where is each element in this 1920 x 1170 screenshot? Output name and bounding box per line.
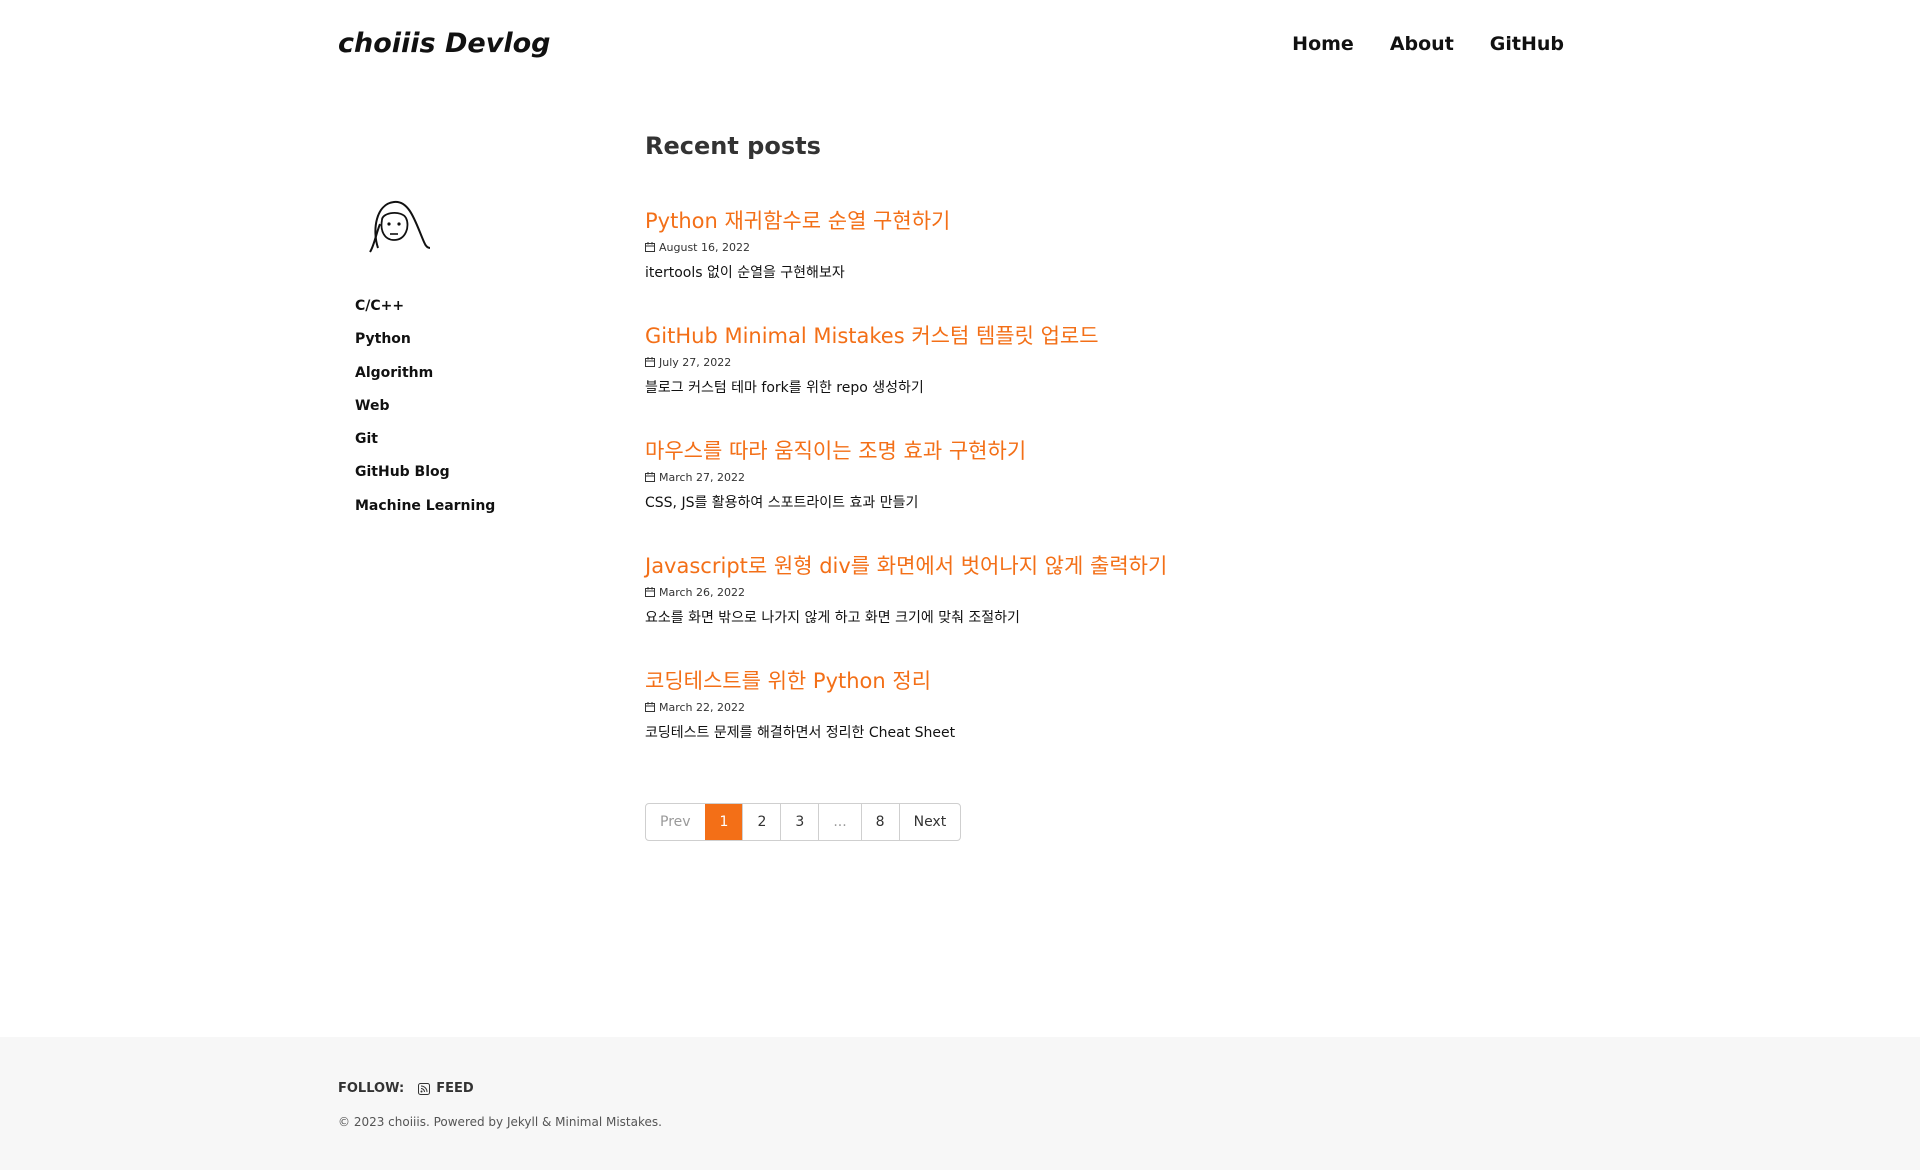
post-item: Python 재귀함수로 순열 구현하기 August 16, 2022 ite… bbox=[645, 206, 1345, 321]
post-excerpt: 요소를 화면 밖으로 나가지 않게 하고 화면 크기에 맞춰 조절하기 bbox=[645, 610, 1020, 626]
feed-label: FEED bbox=[436, 1081, 474, 1096]
rss-icon bbox=[418, 1082, 431, 1095]
post-date: March 26, 2022 bbox=[659, 585, 746, 599]
nav-github[interactable]: GitHub bbox=[1490, 33, 1564, 55]
pagination-page-8[interactable]: 8 bbox=[860, 804, 899, 840]
copyright: © 2023 choiiis. Powered by Jekyll & Mini… bbox=[338, 1115, 662, 1129]
pagination-page-3[interactable]: 3 bbox=[780, 804, 818, 840]
category-python[interactable]: Python bbox=[355, 331, 411, 347]
post-title[interactable]: 코딩테스트를 위한 Python 정리 bbox=[645, 666, 1345, 696]
main-content: Recent posts Python 재귀함수로 순열 구현하기 August… bbox=[645, 132, 1345, 741]
top-nav: Home About GitHub bbox=[1292, 33, 1564, 55]
pagination-prev[interactable]: Prev bbox=[646, 804, 705, 840]
category-git[interactable]: Git bbox=[355, 431, 378, 447]
pagination-page-2[interactable]: 2 bbox=[742, 804, 780, 840]
category-item: Machine Learning bbox=[355, 495, 495, 528]
category-c-cpp[interactable]: C/C++ bbox=[355, 298, 404, 314]
follow-label: FOLLOW: bbox=[338, 1081, 405, 1096]
category-item: Web bbox=[355, 395, 495, 428]
post-excerpt: 코딩테스트 문제를 해결하면서 정리한 Cheat Sheet bbox=[645, 725, 956, 741]
category-github-blog[interactable]: GitHub Blog bbox=[355, 464, 450, 480]
post-date: March 27, 2022 bbox=[659, 470, 746, 484]
category-machine-learning[interactable]: Machine Learning bbox=[355, 498, 495, 514]
post-meta: July 27, 2022 bbox=[645, 355, 1345, 369]
post-list: Python 재귀함수로 순열 구현하기 August 16, 2022 ite… bbox=[645, 206, 1345, 781]
post-title[interactable]: 마우스를 따라 움직이는 조명 효과 구현하기 bbox=[645, 436, 1345, 466]
post-meta: March 27, 2022 bbox=[645, 470, 1345, 484]
nav-about[interactable]: About bbox=[1390, 33, 1454, 55]
calendar-icon bbox=[645, 472, 655, 482]
calendar-icon bbox=[645, 357, 655, 367]
avatar bbox=[358, 190, 438, 270]
post-item: Javascript로 원형 div를 화면에서 벗어나지 않게 출력하기 Ma… bbox=[645, 551, 1345, 666]
calendar-icon bbox=[645, 242, 655, 252]
follow-row: FOLLOW: FEED bbox=[338, 1081, 474, 1096]
post-title[interactable]: GitHub Minimal Mistakes 커스텀 템플릿 업로드 bbox=[645, 321, 1345, 351]
masthead: choiiis Devlog Home About GitHub bbox=[0, 0, 1920, 90]
page-title: Recent posts bbox=[645, 132, 821, 160]
category-list: C/C++ Python Algorithm Web Git GitHub Bl… bbox=[355, 295, 495, 528]
post-title[interactable]: Javascript로 원형 div를 화면에서 벗어나지 않게 출력하기 bbox=[645, 551, 1345, 581]
feed-link[interactable]: FEED bbox=[418, 1081, 474, 1096]
post-excerpt: CSS, JS를 활용하여 스포트라이트 효과 만들기 bbox=[645, 495, 919, 511]
category-web[interactable]: Web bbox=[355, 398, 389, 414]
category-item: Git bbox=[355, 428, 495, 461]
post-item: GitHub Minimal Mistakes 커스텀 템플릿 업로드 July… bbox=[645, 321, 1345, 436]
footer: FOLLOW: FEED © 2023 choiiis. Powered by … bbox=[0, 1037, 1920, 1170]
post-meta: March 22, 2022 bbox=[645, 700, 1345, 714]
calendar-icon bbox=[645, 702, 655, 712]
post-meta: March 26, 2022 bbox=[645, 585, 1345, 599]
post-excerpt: 블로그 커스텀 테마 fork를 위한 repo 생성하기 bbox=[645, 380, 924, 396]
face-doodle-icon bbox=[369, 200, 431, 253]
category-item: C/C++ bbox=[355, 295, 495, 328]
pagination-ellipsis: ... bbox=[818, 804, 860, 840]
pagination: Prev 1 2 3 ... 8 Next bbox=[645, 803, 962, 841]
calendar-icon bbox=[645, 587, 655, 597]
post-date: March 22, 2022 bbox=[659, 700, 746, 714]
category-item: Algorithm bbox=[355, 362, 495, 395]
post-date: August 16, 2022 bbox=[659, 240, 750, 254]
pagination-page-1[interactable]: 1 bbox=[704, 804, 743, 840]
pagination-next[interactable]: Next bbox=[898, 804, 961, 840]
nav-home[interactable]: Home bbox=[1292, 33, 1354, 55]
post-excerpt: itertools 없이 순열을 구현해보자 bbox=[645, 265, 845, 281]
post-meta: August 16, 2022 bbox=[645, 240, 1345, 254]
category-algorithm[interactable]: Algorithm bbox=[355, 365, 433, 381]
site-title[interactable]: choiiis Devlog bbox=[338, 28, 550, 59]
post-item: 마우스를 따라 움직이는 조명 효과 구현하기 March 27, 2022 C… bbox=[645, 436, 1345, 551]
post-title[interactable]: Python 재귀함수로 순열 구현하기 bbox=[645, 206, 1345, 236]
post-date: July 27, 2022 bbox=[659, 355, 732, 369]
post-item: 코딩테스트를 위한 Python 정리 March 22, 2022 코딩테스트… bbox=[645, 666, 1345, 781]
category-item: Python bbox=[355, 328, 495, 361]
category-item: GitHub Blog bbox=[355, 461, 495, 494]
